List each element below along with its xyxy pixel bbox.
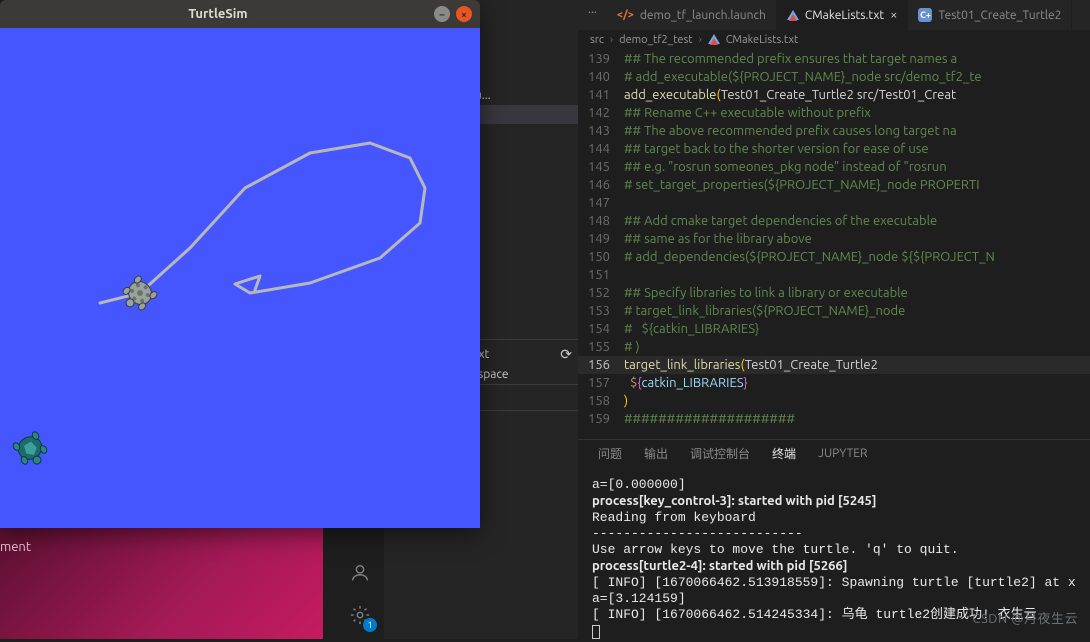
line-number: 152 bbox=[578, 284, 624, 302]
chevron-right-icon: › bbox=[610, 34, 613, 46]
line-number: 144 bbox=[578, 140, 624, 158]
code-line[interactable]: ## The above recommended prefix causes l… bbox=[624, 122, 957, 140]
line-number: 157 bbox=[578, 374, 624, 392]
code-line[interactable]: add_executable(Test01_Create_Turtle2 src… bbox=[624, 86, 956, 104]
terminal-cursor bbox=[592, 625, 600, 639]
turtlesim-window[interactable]: TurtleSim – × bbox=[0, 0, 480, 528]
cmake-file-icon bbox=[787, 10, 799, 20]
window-titlebar[interactable]: TurtleSim – × bbox=[0, 0, 480, 28]
code-line[interactable]: ) bbox=[624, 392, 628, 410]
line-number: 153 bbox=[578, 302, 624, 320]
panel-tab-bar: 问题输出调试控制台终端 JUPYTER bbox=[578, 439, 1090, 467]
editor-tab[interactable]: C+ Test01_Create_Turtle2 bbox=[908, 0, 1072, 30]
panel-tab[interactable]: 调试控制台 bbox=[690, 439, 750, 468]
panel-tab[interactable]: 终端 bbox=[772, 439, 796, 469]
line-number: 154 bbox=[578, 320, 624, 338]
account-icon[interactable] bbox=[345, 558, 375, 588]
activity-bar-bottom: 1 bbox=[345, 550, 385, 642]
turtle-trail bbox=[0, 28, 480, 528]
close-button[interactable]: × bbox=[456, 6, 472, 22]
line-number: 146 bbox=[578, 176, 624, 194]
unsaved-indicator-icon: ⟳ bbox=[560, 349, 572, 359]
line-number: 142 bbox=[578, 104, 624, 122]
xml-file-icon: </> bbox=[617, 9, 634, 21]
code-line[interactable]: ## Specify libraries to link a library o… bbox=[624, 284, 911, 302]
other-app-strip: ment bbox=[0, 528, 323, 639]
line-number: 139 bbox=[578, 50, 624, 68]
code-editor[interactable]: 139## The recommended prefix ensures tha… bbox=[578, 50, 1090, 439]
code-line[interactable]: # add_dependencies(${PROJECT_NAME}_node … bbox=[624, 248, 995, 266]
panel-tab[interactable]: 问题 bbox=[598, 439, 622, 468]
settings-badge: 1 bbox=[363, 618, 377, 632]
line-number: 141 bbox=[578, 86, 624, 104]
code-line[interactable]: ## Rename C++ executable without prefix bbox=[624, 104, 871, 122]
line-number: 158 bbox=[578, 392, 624, 410]
watermark: CSDN @月夜生云 bbox=[972, 608, 1078, 627]
line-number: 156 bbox=[578, 356, 624, 374]
code-line[interactable]: #################### bbox=[624, 410, 795, 428]
code-line[interactable]: ## same as for the library above bbox=[624, 230, 812, 248]
tab-label: CMakeLists.txt bbox=[805, 9, 884, 22]
line-number: 149 bbox=[578, 230, 624, 248]
panel-tab[interactable]: JUPYTER bbox=[818, 441, 867, 466]
editor-tab-bar: ··· </> demo_tf_launch.launch CMakeLists.t… bbox=[578, 0, 1090, 30]
line-number: 151 bbox=[578, 266, 624, 284]
tab-label: Test01_Create_Turtle2 bbox=[938, 9, 1061, 22]
line-number: 143 bbox=[578, 122, 624, 140]
line-number: 155 bbox=[578, 338, 624, 356]
fragment-text: ment bbox=[0, 540, 31, 554]
tab-label: demo_tf_launch.launch bbox=[640, 9, 766, 22]
chevron-right-icon: › bbox=[699, 34, 702, 46]
cmake-file-icon bbox=[708, 34, 720, 44]
code-line[interactable]: ## target back to the shorter version fo… bbox=[624, 140, 929, 158]
settings-gear-icon[interactable]: 1 bbox=[345, 600, 375, 630]
editor-tab[interactable]: CMakeLists.txt × bbox=[777, 0, 909, 30]
close-icon[interactable]: × bbox=[890, 8, 897, 22]
code-line[interactable]: # set_target_properties(${PROJECT_NAME}_… bbox=[624, 176, 980, 194]
line-number: 150 bbox=[578, 248, 624, 266]
code-line[interactable]: # target_link_libraries(${PROJECT_NAME}_… bbox=[624, 302, 905, 320]
code-line[interactable]: ## e.g. "rosrun someones_pkg node" inste… bbox=[624, 158, 947, 176]
line-number: 140 bbox=[578, 68, 624, 86]
panel-tab[interactable]: 输出 bbox=[644, 439, 668, 468]
tab-overflow-icon[interactable]: ··· bbox=[578, 0, 607, 30]
code-line[interactable]: target_link_libraries(Test01_Create_Turt… bbox=[624, 356, 878, 374]
code-line[interactable]: ## The recommended prefix ensures that t… bbox=[624, 50, 957, 68]
breadcrumb-seg[interactable]: src bbox=[590, 34, 604, 46]
breadcrumb-seg[interactable]: demo_tf2_test bbox=[619, 34, 692, 46]
code-line[interactable]: # ${catkin_LIBRARIES} bbox=[624, 320, 759, 338]
code-line[interactable]: # add_executable(${PROJECT_NAME}_node sr… bbox=[624, 68, 982, 86]
code-line[interactable]: ## Add cmake target dependencies of the … bbox=[624, 212, 937, 230]
line-number: 145 bbox=[578, 158, 624, 176]
breadcrumb[interactable]: src › demo_tf2_test › CMakeLists.txt bbox=[578, 30, 1090, 50]
line-number: 159 bbox=[578, 410, 624, 428]
window-title: TurtleSim bbox=[8, 7, 428, 21]
turtlesim-canvas[interactable] bbox=[0, 28, 480, 528]
cpp-file-icon: C+ bbox=[918, 8, 932, 22]
line-number: 147 bbox=[578, 194, 624, 212]
code-line[interactable]: ${catkin_LIBRARIES} bbox=[624, 374, 748, 392]
editor-tab[interactable]: </> demo_tf_launch.launch bbox=[607, 0, 777, 30]
code-line[interactable]: # ) bbox=[624, 338, 640, 356]
line-number: 148 bbox=[578, 212, 624, 230]
minimize-button[interactable]: – bbox=[434, 6, 450, 22]
breadcrumb-seg[interactable]: CMakeLists.txt bbox=[726, 34, 799, 46]
